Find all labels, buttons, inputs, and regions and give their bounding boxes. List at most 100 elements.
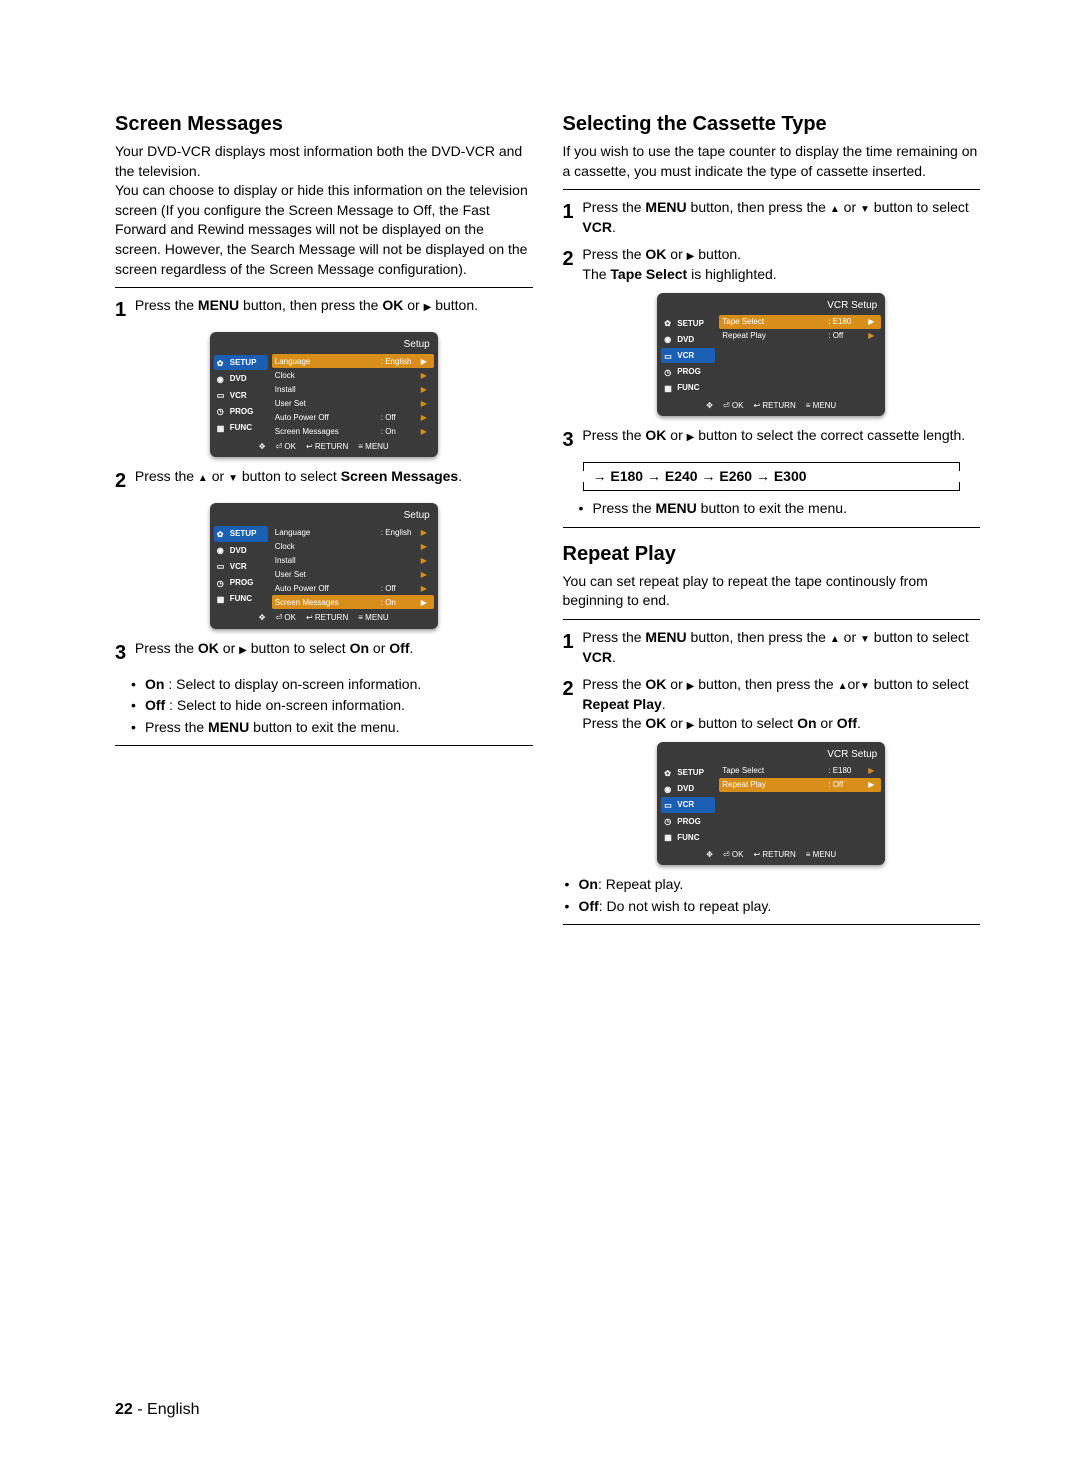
tape-icon: ▭ xyxy=(664,800,674,810)
chevron-right-icon: ▶ xyxy=(868,779,878,790)
t: Language xyxy=(275,356,381,367)
return-icon: ↩ xyxy=(753,850,760,859)
t: OK xyxy=(645,676,666,692)
manual-page: Screen Messages Your DVD-VCR displays mo… xyxy=(0,0,1080,1461)
step-number: 2 xyxy=(563,245,579,273)
osd-footer: ✥ ⏎ OK ↩ RETURN ≡ MENU xyxy=(214,438,434,453)
step-number: 2 xyxy=(115,467,131,495)
t: SETUP xyxy=(677,767,704,778)
t: Off xyxy=(579,898,599,914)
osd-tab-prog: ◷PROG xyxy=(214,404,268,419)
osd-title: VCR Setup xyxy=(661,746,881,764)
step-number: 2 xyxy=(563,675,579,703)
osd-row-userset: User Set▶ xyxy=(272,396,434,410)
t: DVD xyxy=(230,373,247,384)
chevron-right-icon: ▶ xyxy=(421,569,431,580)
t: Tape Select xyxy=(722,765,828,776)
t: DVD xyxy=(677,334,694,345)
tape-icon: ▭ xyxy=(217,390,227,400)
t: or xyxy=(219,640,239,656)
page-language: English xyxy=(147,1401,199,1418)
down-icon xyxy=(228,468,238,484)
t: button to select xyxy=(870,676,969,692)
page-footer: 22 - English xyxy=(115,1399,200,1421)
disc-icon: ◉ xyxy=(664,334,674,344)
menu-icon: ≡ xyxy=(358,613,363,622)
osd-row-screenmsg: Screen Messages: On▶ xyxy=(272,595,434,609)
t: button to select xyxy=(694,715,797,731)
sep: - xyxy=(133,1401,147,1418)
t: Install xyxy=(275,555,381,566)
t: Off xyxy=(837,715,857,731)
osd-tab-prog: ◷PROG xyxy=(214,575,268,590)
osd-rows: Tape Select: E180▶ Repeat Play: Off▶ xyxy=(715,764,881,846)
clock-icon: ◷ xyxy=(217,406,227,416)
chevron-right-icon: ▶ xyxy=(421,356,431,367)
t: or xyxy=(840,199,860,215)
t: FUNC xyxy=(677,832,699,843)
t: FUNC xyxy=(230,593,252,604)
return-icon: ↩ xyxy=(753,401,760,410)
osd-row-empty xyxy=(719,806,881,820)
step-text: Press the OK or button to select On or O… xyxy=(135,639,529,659)
t: : Repeat play. xyxy=(598,876,683,892)
t: or xyxy=(666,676,686,692)
chevron-right-icon: ▶ xyxy=(421,398,431,409)
t: . xyxy=(612,219,616,235)
t: button, then press the xyxy=(239,297,382,313)
tape-icon: ▭ xyxy=(217,561,227,571)
osd-tabs: ✿SETUP ◉DVD ▭VCR ◷PROG ▦FUNC xyxy=(661,315,715,397)
osd-tab-func: ▦FUNC xyxy=(214,591,268,606)
two-column-layout: Screen Messages Your DVD-VCR displays mo… xyxy=(115,110,980,933)
ct-bullets: Press the MENU button to exit the menu. xyxy=(563,499,981,519)
divider xyxy=(115,287,533,288)
osd-row-tapeselect: Tape Select: E180▶ xyxy=(719,315,881,329)
t: Press the xyxy=(582,246,645,262)
t: E180 xyxy=(610,468,643,484)
divider xyxy=(115,745,533,746)
enter-icon: ⏎ xyxy=(275,442,282,451)
osd-tab-vcr: ▭VCR xyxy=(661,797,715,812)
osd-rows: Language: English▶ Clock▶ Install▶ User … xyxy=(268,525,434,609)
step-text: Press the or button to select Screen Mes… xyxy=(135,467,529,487)
bullet-off: Off: Do not wish to repeat play. xyxy=(579,897,981,917)
step-number: 1 xyxy=(563,628,579,656)
t: button to select the correct cassette le… xyxy=(694,427,965,443)
t: MENU xyxy=(813,850,837,859)
t: MENU xyxy=(645,199,686,215)
t: MENU xyxy=(365,442,389,451)
osd-row-autopower: Auto Power Off: Off▶ xyxy=(272,410,434,424)
osd-row-screenmsg: Screen Messages: On▶ xyxy=(272,424,434,438)
t: MENU xyxy=(208,719,249,735)
t: On xyxy=(579,876,598,892)
t: On xyxy=(350,640,369,656)
t: : Off xyxy=(828,779,868,790)
osd-tab-setup: ✿SETUP xyxy=(214,526,268,541)
t: On xyxy=(797,715,816,731)
tape-icon: ▭ xyxy=(664,351,674,361)
repeat-play-intro: You can set repeat play to repeat the ta… xyxy=(563,572,981,611)
osd-row-userset: User Set▶ xyxy=(272,567,434,581)
t: Press the xyxy=(582,629,645,645)
sm-step-1: 1 Press the MENU button, then press the … xyxy=(115,296,533,324)
divider xyxy=(563,527,981,528)
up-icon xyxy=(830,199,840,215)
down-icon xyxy=(860,199,870,215)
t: DVD xyxy=(677,783,694,794)
arrow-right-icon xyxy=(593,468,607,484)
osd-row-empty xyxy=(719,357,881,371)
t: button, then press the xyxy=(687,199,830,215)
t: VCR xyxy=(677,350,694,361)
osd-title: Setup xyxy=(214,507,434,525)
osd-tab-vcr: ▭VCR xyxy=(214,559,268,574)
cassette-type-heading: Selecting the Cassette Type xyxy=(563,110,981,138)
osd-row-language: Language: English▶ xyxy=(272,354,434,368)
step-text: Press the OK or button. The Tape Select … xyxy=(582,245,976,284)
t: PROG xyxy=(677,816,701,827)
osd-row-empty xyxy=(719,820,881,834)
t: VCR xyxy=(230,390,247,401)
chevron-right-icon: ▶ xyxy=(421,384,431,395)
t: or xyxy=(847,676,859,692)
osd-row-empty xyxy=(719,792,881,806)
t: VCR xyxy=(677,799,694,810)
